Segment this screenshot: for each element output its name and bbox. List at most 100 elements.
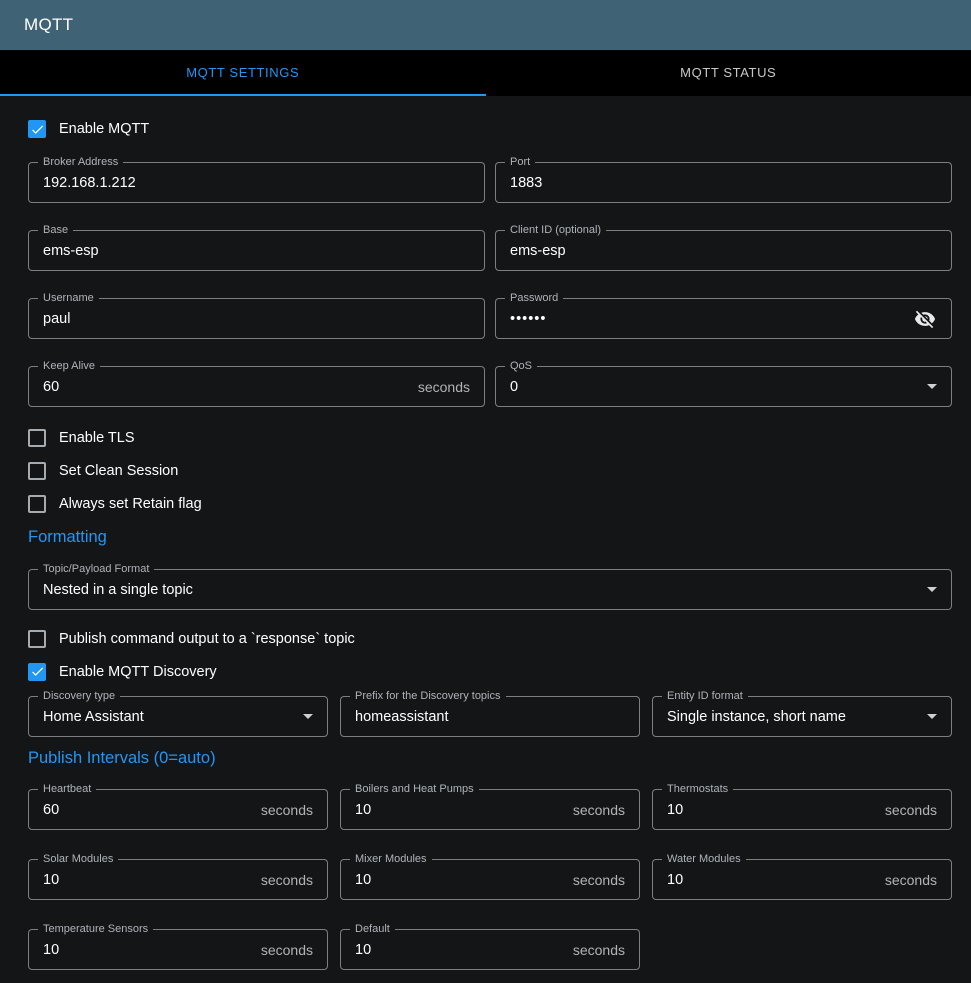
field-label: Keep Alive	[38, 360, 100, 373]
thermostats-interval-field[interactable]: Thermostats 10 seconds	[652, 789, 952, 830]
heartbeat-interval-field[interactable]: Heartbeat 60 seconds	[28, 789, 328, 830]
toggle-password-visibility-button[interactable]	[913, 307, 937, 331]
checkbox-label: Enable TLS	[59, 430, 135, 446]
field-label: Mixer Modules	[350, 853, 432, 866]
enable-mqtt-checkbox[interactable]: Enable MQTT	[28, 112, 952, 146]
field-label: Water Modules	[662, 853, 746, 866]
dropdown-arrow-icon	[927, 384, 937, 389]
port-field[interactable]: Port 1883	[495, 162, 952, 203]
mixer-interval-field[interactable]: Mixer Modules 10 seconds	[340, 859, 640, 900]
field-label: Boilers and Heat Pumps	[350, 783, 479, 796]
field-value: 10	[43, 942, 59, 958]
credentials-row: Username paul Password ••••••	[28, 298, 952, 339]
field-label: Password	[505, 292, 563, 305]
broker-address-field[interactable]: Broker Address 192.168.1.212	[28, 162, 485, 203]
checkbox-label: Set Clean Session	[59, 463, 178, 479]
retain-flag-checkbox[interactable]: Always set Retain flag	[28, 487, 952, 520]
unit-suffix: seconds	[885, 872, 937, 888]
field-label: Username	[38, 292, 99, 305]
field-label: Default	[350, 923, 395, 936]
unit-suffix: seconds	[573, 802, 625, 818]
checkbox-label: Enable MQTT	[59, 121, 149, 137]
field-value: Nested in a single topic	[43, 582, 193, 598]
field-value: 10	[43, 872, 59, 888]
dropdown-arrow-icon	[303, 714, 313, 719]
base-clientid-row: Base ems-esp Client ID (optional) ems-es…	[28, 230, 952, 271]
solar-interval-field[interactable]: Solar Modules 10 seconds	[28, 859, 328, 900]
discovery-prefix-field[interactable]: Prefix for the Discovery topics homeassi…	[340, 696, 640, 737]
field-value: homeassistant	[355, 709, 449, 725]
checkbox-unchecked-icon[interactable]	[28, 630, 46, 648]
field-value: 10	[355, 942, 371, 958]
keep-alive-field[interactable]: Keep Alive 60 seconds	[28, 366, 485, 407]
intervals-row-3: Temperature Sensors 10 seconds Default 1…	[28, 929, 952, 970]
field-value: ••••••	[510, 311, 546, 327]
field-value: 192.168.1.212	[43, 175, 136, 191]
field-value: 10	[355, 802, 371, 818]
discovery-row: Discovery type Home Assistant Prefix for…	[28, 696, 952, 737]
tab-mqtt-settings[interactable]: MQTT SETTINGS	[0, 50, 486, 96]
checkbox-unchecked-icon[interactable]	[28, 495, 46, 513]
field-label: QoS	[505, 360, 537, 373]
boilers-interval-field[interactable]: Boilers and Heat Pumps 10 seconds	[340, 789, 640, 830]
checkbox-unchecked-icon[interactable]	[28, 462, 46, 480]
field-value: Single instance, short name	[667, 709, 846, 725]
unit-suffix: seconds	[261, 872, 313, 888]
unit-suffix: seconds	[261, 942, 313, 958]
qos-select[interactable]: QoS 0	[495, 366, 952, 407]
field-value: 0	[510, 379, 518, 395]
mqtt-settings-form: Enable MQTT Broker Address 192.168.1.212…	[0, 96, 971, 970]
empty-grid-cell	[652, 929, 952, 970]
enable-tls-checkbox[interactable]: Enable TLS	[28, 421, 952, 454]
default-interval-field[interactable]: Default 10 seconds	[340, 929, 640, 970]
checkbox-label: Publish command output to a `response` t…	[59, 631, 355, 647]
field-label: Port	[505, 156, 535, 169]
field-label: Client ID (optional)	[505, 224, 606, 237]
field-label: Base	[38, 224, 73, 237]
checkbox-checked-icon[interactable]	[28, 663, 46, 681]
username-field[interactable]: Username paul	[28, 298, 485, 339]
field-value: 10	[667, 802, 683, 818]
temperature-sensors-interval-field[interactable]: Temperature Sensors 10 seconds	[28, 929, 328, 970]
base-field[interactable]: Base ems-esp	[28, 230, 485, 271]
dropdown-arrow-icon	[927, 714, 937, 719]
checkbox-label: Enable MQTT Discovery	[59, 664, 217, 680]
tab-mqtt-status[interactable]: MQTT STATUS	[486, 50, 971, 96]
password-field[interactable]: Password ••••••	[495, 298, 952, 339]
page-title: MQTT	[24, 15, 73, 35]
unit-suffix: seconds	[261, 802, 313, 818]
field-value: 60	[43, 802, 59, 818]
field-label: Heartbeat	[38, 783, 96, 796]
entity-id-format-select[interactable]: Entity ID format Single instance, short …	[652, 696, 952, 737]
topic-format-row: Topic/Payload Format Nested in a single …	[28, 569, 952, 610]
publish-response-checkbox[interactable]: Publish command output to a `response` t…	[28, 622, 952, 655]
checkbox-unchecked-icon[interactable]	[28, 429, 46, 447]
visibility-off-icon	[914, 308, 936, 330]
field-value: ems-esp	[43, 243, 99, 259]
unit-suffix: seconds	[573, 872, 625, 888]
field-label: Discovery type	[38, 690, 120, 703]
water-interval-field[interactable]: Water Modules 10 seconds	[652, 859, 952, 900]
field-value: 10	[355, 872, 371, 888]
field-label: Temperature Sensors	[38, 923, 153, 936]
set-clean-session-checkbox[interactable]: Set Clean Session	[28, 454, 952, 487]
unit-suffix: seconds	[885, 802, 937, 818]
app-header: MQTT	[0, 0, 971, 50]
topic-payload-format-select[interactable]: Topic/Payload Format Nested in a single …	[28, 569, 952, 610]
checkbox-label: Always set Retain flag	[59, 496, 202, 512]
field-value: paul	[43, 311, 70, 327]
field-value: ems-esp	[510, 243, 566, 259]
keepalive-qos-row: Keep Alive 60 seconds QoS 0	[28, 366, 952, 407]
field-label: Topic/Payload Format	[38, 563, 154, 576]
formatting-section-heading: Formatting	[28, 526, 952, 548]
field-label: Prefix for the Discovery topics	[350, 690, 506, 703]
checkbox-checked-icon[interactable]	[28, 120, 46, 138]
tab-bar: MQTT SETTINGS MQTT STATUS	[0, 50, 971, 96]
client-id-field[interactable]: Client ID (optional) ems-esp	[495, 230, 952, 271]
enable-mqtt-discovery-checkbox[interactable]: Enable MQTT Discovery	[28, 655, 952, 688]
field-label: Entity ID format	[662, 690, 748, 703]
field-label: Solar Modules	[38, 853, 118, 866]
field-value: 10	[667, 872, 683, 888]
discovery-type-select[interactable]: Discovery type Home Assistant	[28, 696, 328, 737]
field-label: Broker Address	[38, 156, 123, 169]
